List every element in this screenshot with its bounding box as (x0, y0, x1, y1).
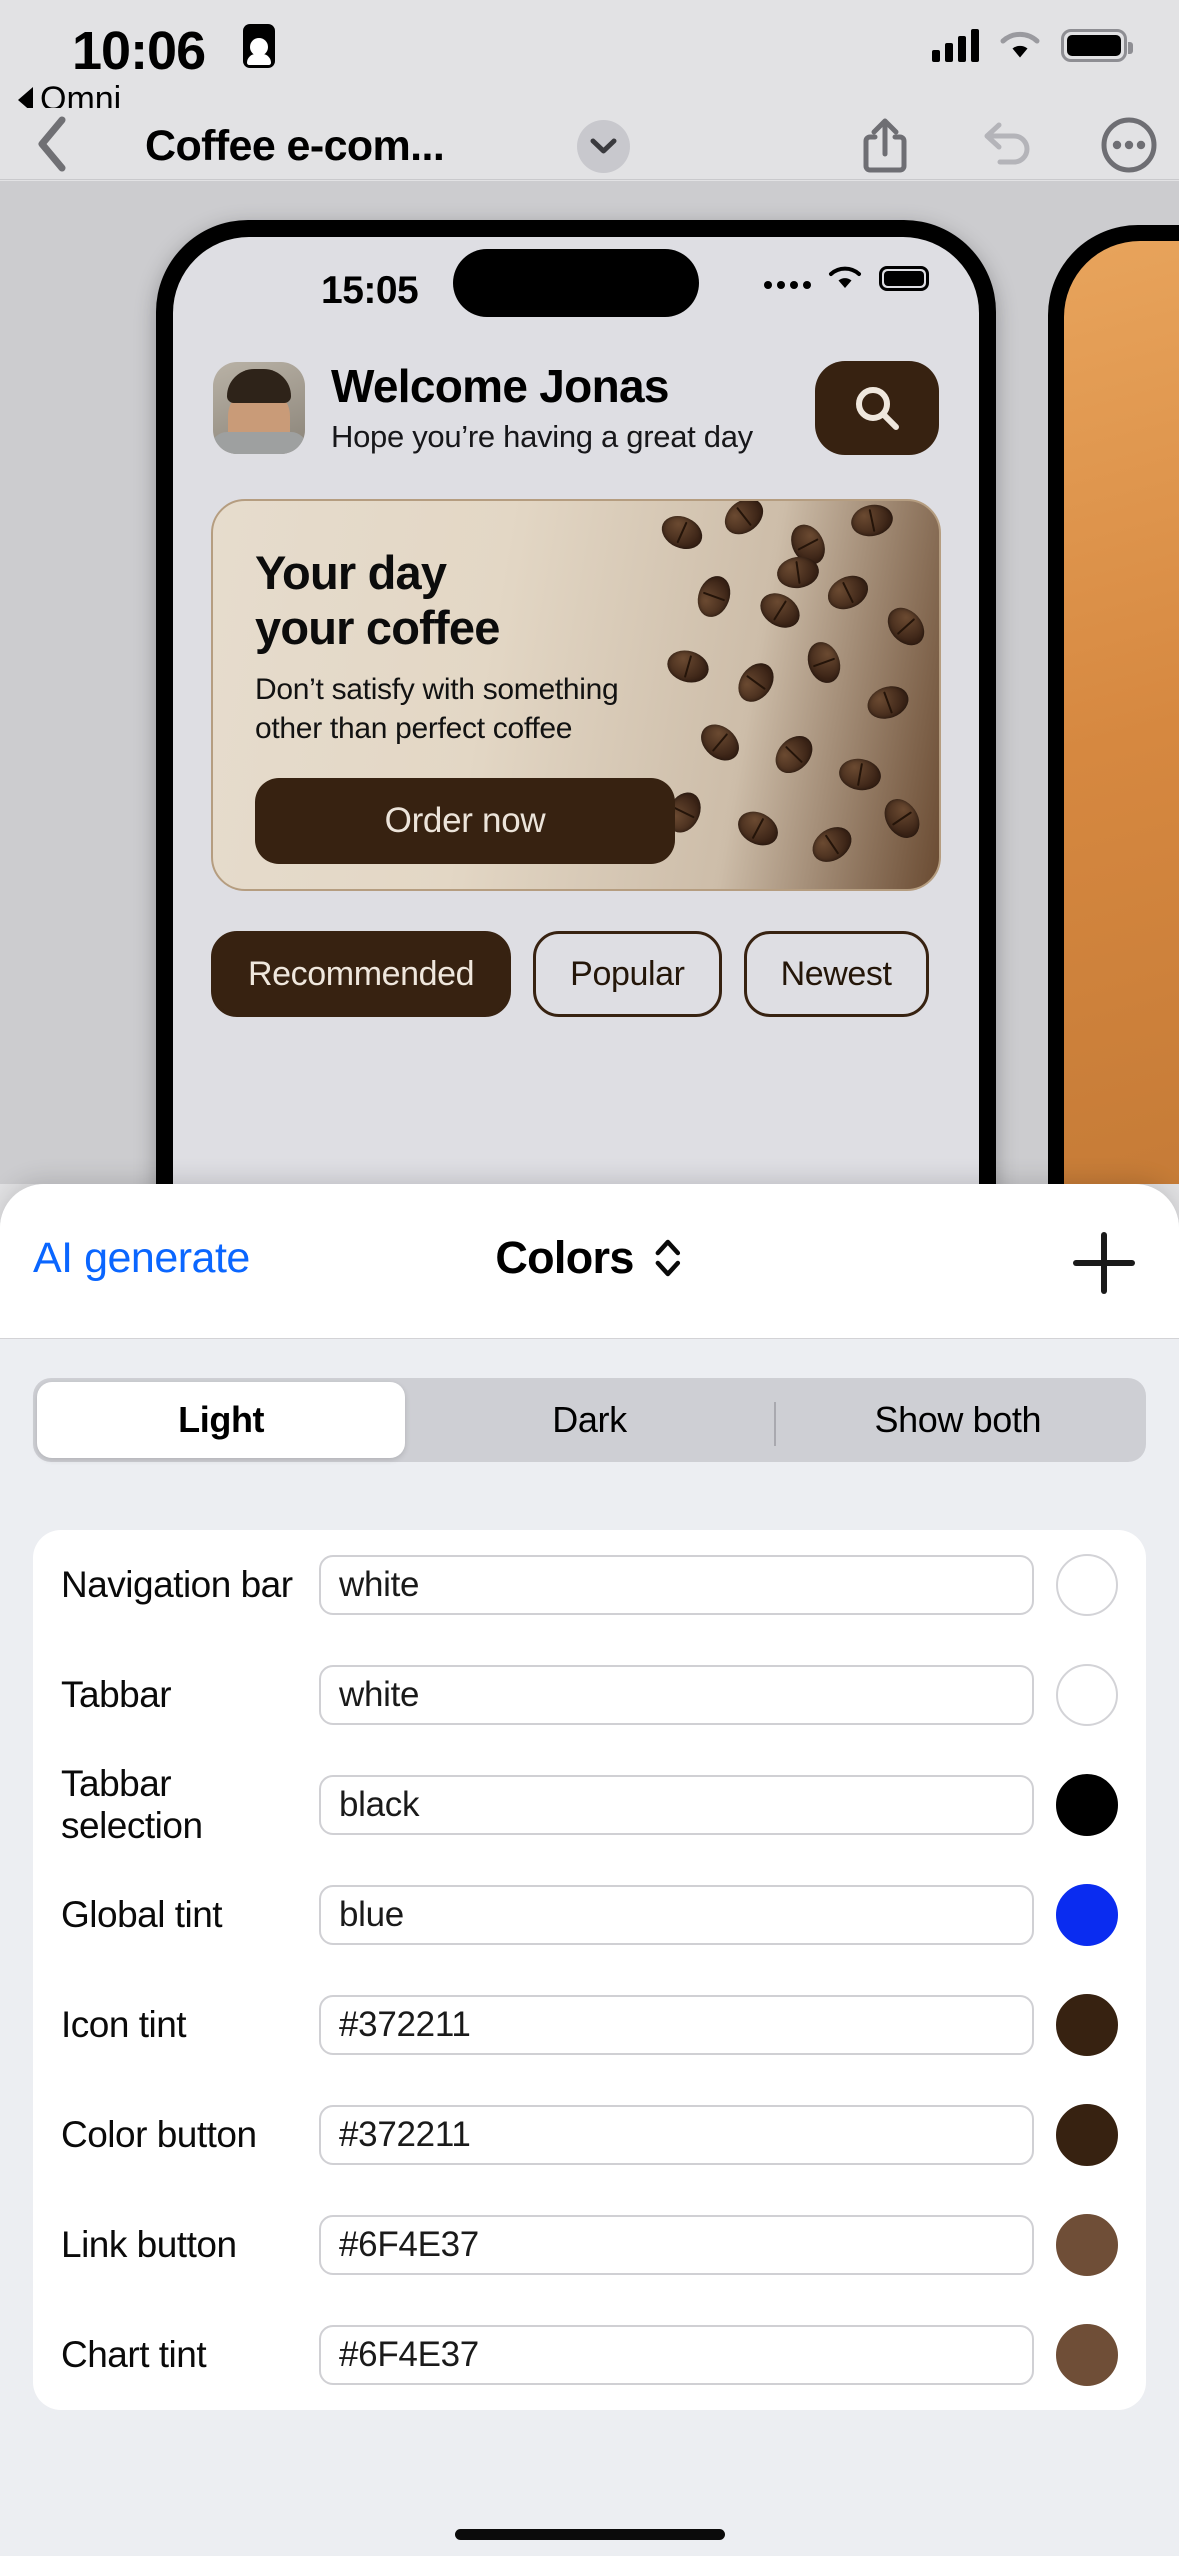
battery-icon (1061, 29, 1133, 62)
table-row[interactable]: Chart tint #6F4E37 (33, 2300, 1146, 2410)
preview-phone-primary[interactable]: 15:05 Welcome Jonas Hope you’re having a… (156, 220, 996, 1184)
color-swatch[interactable] (1056, 1554, 1118, 1616)
hero-body-line2: other than perfect coffee (255, 711, 573, 745)
row-label: Navigation bar (61, 1564, 293, 1605)
row-label: Color button (61, 2114, 257, 2155)
color-value-input[interactable]: #6F4E37 (319, 2215, 1034, 2275)
chip-popular[interactable]: Popular (533, 931, 722, 1017)
table-row[interactable]: Navigation bar white (33, 1530, 1146, 1640)
preview-status-bar: 15:05 (173, 237, 979, 347)
back-button[interactable] (22, 114, 82, 174)
signal-dots-icon (764, 267, 811, 289)
ai-generate-button[interactable]: AI generate (33, 1234, 250, 1283)
order-now-button[interactable]: Order now (255, 777, 675, 864)
color-rows-list: Navigation bar white Tabbar white Tabbar… (33, 1530, 1146, 2410)
page-title: Coffee e-com... (145, 122, 445, 170)
avatar[interactable] (213, 362, 305, 454)
hero-heading-line1: Your day (255, 546, 447, 599)
row-label: Icon tint (61, 2004, 187, 2045)
table-row[interactable]: Link button #6F4E37 (33, 2190, 1146, 2300)
color-swatch[interactable] (1056, 2324, 1118, 2386)
wifi-icon (999, 28, 1041, 62)
sheet-title-selector[interactable]: Colors (495, 1232, 683, 1284)
color-value-input[interactable]: white (319, 1555, 1034, 1615)
segment-light[interactable]: Light (37, 1382, 406, 1458)
table-row[interactable]: Global tint blue (33, 1860, 1146, 1970)
color-value-input[interactable]: black (319, 1775, 1034, 1835)
wifi-icon (829, 266, 861, 288)
status-bar-indicators (932, 28, 1133, 62)
sheet-title: Colors (495, 1232, 634, 1283)
table-row[interactable]: Tabbar selection black (33, 1750, 1146, 1860)
color-swatch[interactable] (1056, 1774, 1118, 1836)
share-button[interactable] (855, 116, 915, 174)
search-button[interactable] (815, 361, 939, 455)
row-label: Tabbar (61, 1674, 172, 1715)
chip-newest[interactable]: Newest (743, 931, 929, 1017)
color-value-input[interactable]: blue (319, 1885, 1034, 1945)
status-bar: 10:06 Omni (0, 0, 1179, 118)
battery-icon (879, 265, 929, 291)
welcome-text-block: Welcome Jonas Hope you’re having a great… (331, 361, 789, 455)
color-value-input[interactable]: white (319, 1665, 1034, 1725)
chevron-up-down-icon (655, 1239, 680, 1277)
row-label: Tabbar selection (61, 1763, 203, 1846)
sheet-header: AI generate Colors (0, 1184, 1179, 1339)
chip-recommended[interactable]: Recommended (211, 931, 512, 1017)
title-menu-button[interactable] (577, 120, 630, 173)
appearance-segmented-control-wrap: Light Dark Show both (0, 1339, 1179, 1462)
design-preview-canvas[interactable]: 15:05 Welcome Jonas Hope you’re having a… (0, 181, 1179, 1184)
more-options-button[interactable] (1099, 116, 1159, 174)
hero-heading-line2: your coffee (255, 601, 500, 655)
colors-bottom-sheet: AI generate Colors Light Dark Show both … (0, 1184, 1179, 2556)
appearance-segmented-control[interactable]: Light Dark Show both (33, 1378, 1146, 1462)
color-value-input[interactable]: #372211 (319, 2105, 1034, 2165)
segment-show-both[interactable]: Show both (773, 1382, 1142, 1458)
row-label: Link button (61, 2224, 237, 2265)
undo-icon (984, 122, 1030, 165)
color-value-input[interactable]: #372211 (319, 1995, 1034, 2055)
color-swatch[interactable] (1056, 2104, 1118, 2166)
table-row[interactable]: Color button #372211 (33, 2080, 1146, 2190)
hero-banner[interactable]: Your day your coffee Don’t satisfy with … (211, 499, 941, 891)
preview-status-time: 15:05 (321, 269, 419, 312)
color-swatch[interactable] (1056, 1884, 1118, 1946)
welcome-title: Welcome Jonas (331, 360, 669, 413)
preview-phone-screen: 15:05 Welcome Jonas Hope you’re having a… (173, 237, 979, 1184)
preview-status-indicators (764, 265, 929, 291)
color-swatch[interactable] (1056, 1994, 1118, 2056)
home-indicator (454, 2529, 725, 2540)
share-icon (863, 118, 907, 173)
hero-body-line1: Don’t satisfy with something (255, 672, 619, 706)
category-chips: Recommended Popular Newest (173, 891, 979, 1017)
cellular-bars-icon (932, 28, 979, 62)
chevron-down-icon (590, 138, 617, 154)
table-row[interactable]: Tabbar white (33, 1640, 1146, 1750)
status-bar-time: 10:06 (72, 21, 206, 81)
color-swatch[interactable] (1056, 2214, 1118, 2276)
row-label: Global tint (61, 1894, 223, 1935)
navigation-bar: Coffee e-com... (0, 108, 1179, 180)
preview-phone-secondary-screen (1064, 241, 1179, 1184)
ellipsis-circle-icon (1101, 117, 1157, 173)
color-value-input[interactable]: #6F4E37 (319, 2325, 1034, 2385)
chevron-left-icon (38, 116, 66, 172)
add-color-button[interactable] (1073, 1230, 1139, 1296)
color-swatch[interactable] (1056, 1664, 1118, 1726)
hero-text-block: Your day your coffee Don’t satisfy with … (213, 501, 683, 864)
search-icon (856, 387, 899, 430)
table-row[interactable]: Icon tint #372211 (33, 1970, 1146, 2080)
row-label: Chart tint (61, 2334, 207, 2375)
dynamic-island (453, 249, 699, 317)
undo-button[interactable] (977, 116, 1037, 174)
segment-dark[interactable]: Dark (405, 1382, 773, 1458)
navbar-actions (855, 116, 1159, 174)
preview-welcome-header: Welcome Jonas Hope you’re having a great… (173, 347, 979, 455)
welcome-subtitle: Hope you’re having a great day (331, 418, 753, 454)
preview-phone-secondary[interactable] (1048, 225, 1179, 1184)
person-recording-icon (243, 24, 275, 68)
